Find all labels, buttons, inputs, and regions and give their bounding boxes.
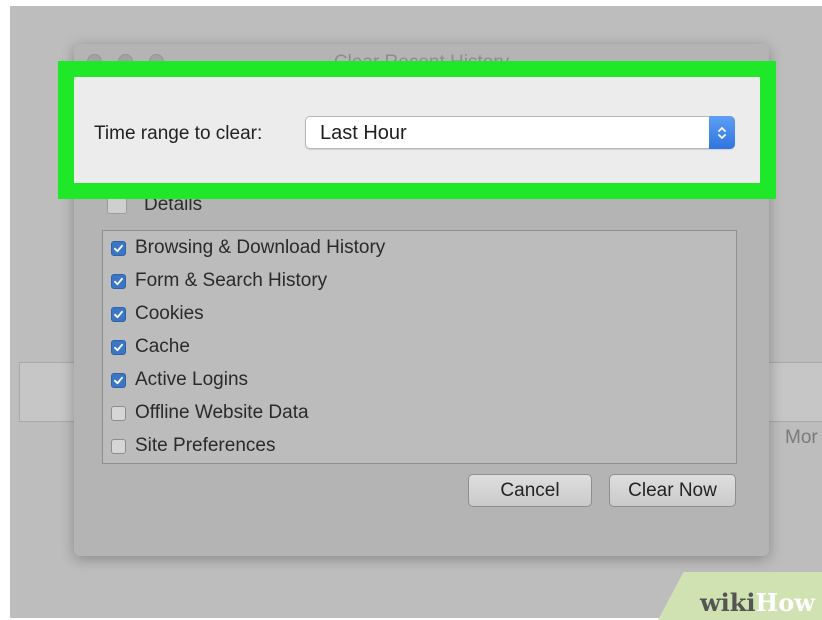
checkmark-icon bbox=[114, 310, 123, 318]
background-panel-right bbox=[768, 362, 822, 422]
checkmark-icon bbox=[114, 343, 123, 351]
checkbox-offline-website-data[interactable] bbox=[111, 405, 126, 421]
background-more-label: Mor bbox=[785, 427, 818, 448]
checkbox-cookies[interactable] bbox=[111, 306, 126, 322]
item-label: Cookies bbox=[135, 303, 204, 324]
item-label: Active Logins bbox=[135, 369, 249, 390]
list-item[interactable]: Form & Search History bbox=[111, 268, 327, 294]
history-items-list: Browsing & Download History Form & Searc… bbox=[102, 230, 737, 464]
list-item[interactable]: Offline Website Data bbox=[111, 400, 309, 426]
checkmark-icon bbox=[114, 244, 123, 252]
watermark-part2: How bbox=[755, 588, 815, 617]
list-item[interactable]: Browsing & Download History bbox=[111, 235, 385, 261]
checkmark-icon bbox=[114, 376, 123, 384]
clear-now-button[interactable]: Clear Now bbox=[609, 474, 736, 507]
checkmark-icon bbox=[114, 277, 123, 285]
item-label: Site Preferences bbox=[135, 435, 276, 456]
watermark-part1: wiki bbox=[700, 588, 756, 617]
item-label: Cache bbox=[135, 336, 190, 357]
up-down-chevron-icon[interactable] bbox=[709, 116, 735, 149]
checkbox-form-search-history[interactable] bbox=[111, 273, 126, 289]
checkbox-browsing-history[interactable] bbox=[111, 240, 126, 256]
checkbox-active-logins[interactable] bbox=[111, 372, 126, 388]
list-item[interactable]: Cookies bbox=[111, 301, 204, 327]
time-range-value: Last Hour bbox=[320, 122, 407, 144]
time-range-highlight: Time range to clear: Last Hour bbox=[58, 61, 776, 199]
checkbox-site-preferences[interactable] bbox=[111, 438, 126, 454]
cancel-button[interactable]: Cancel bbox=[468, 474, 592, 507]
list-item[interactable]: Cache bbox=[111, 334, 190, 360]
time-range-label: Time range to clear: bbox=[94, 123, 263, 144]
list-item[interactable]: Active Logins bbox=[111, 367, 248, 393]
item-label: Browsing & Download History bbox=[135, 237, 386, 258]
wikihow-watermark: wikiHow bbox=[700, 588, 815, 617]
item-label: Form & Search History bbox=[135, 270, 328, 291]
time-range-select[interactable]: Last Hour bbox=[305, 116, 735, 149]
checkbox-cache[interactable] bbox=[111, 339, 126, 355]
item-label: Offline Website Data bbox=[135, 402, 309, 423]
list-item[interactable]: Site Preferences bbox=[111, 433, 275, 459]
